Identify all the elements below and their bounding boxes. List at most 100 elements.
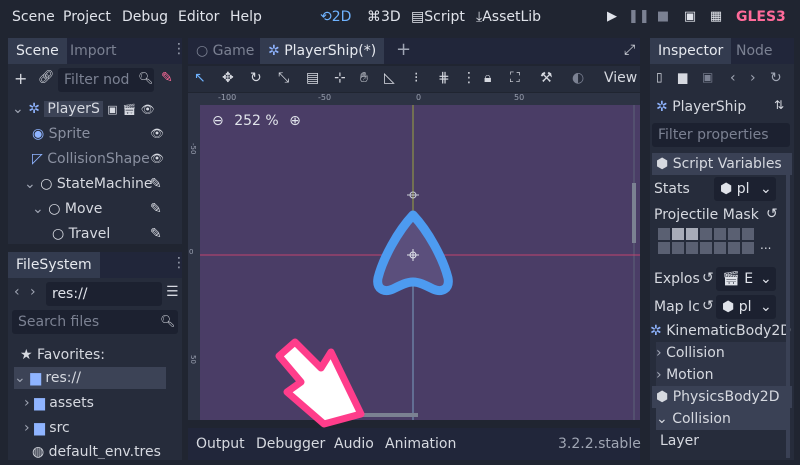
pan-icon[interactable]: ✋︎ bbox=[360, 70, 368, 86]
ruler-tool-icon[interactable]: ◺ bbox=[384, 70, 395, 86]
script-attach-icon[interactable]: ✎ bbox=[161, 70, 173, 86]
list-select-icon[interactable]: ▤ bbox=[306, 70, 319, 86]
pause-icon[interactable]: ❚❚ bbox=[628, 7, 650, 27]
workspace-assetlib-button[interactable]: ⤓AssetLib bbox=[476, 9, 541, 25]
editor-tab-playership[interactable]: ✲ PlayerShip(*) bbox=[260, 38, 385, 64]
script-icon[interactable]: ✎ bbox=[150, 223, 162, 245]
new-tab-icon[interactable]: + bbox=[396, 39, 411, 60]
workspace-2d-button[interactable]: ⟲2D bbox=[320, 9, 351, 25]
link-icon[interactable]: 🔗︎ bbox=[38, 70, 55, 85]
eye-icon[interactable]: 👁︎ bbox=[150, 148, 164, 170]
tree-item-statemachine[interactable]: ⌄ ○ StateMachine ✎ bbox=[24, 173, 172, 195]
split-view-icon[interactable]: ☰ bbox=[166, 284, 179, 300]
view-menu-button[interactable]: View bbox=[604, 70, 637, 86]
eye-icon[interactable]: 👁︎ bbox=[150, 123, 164, 145]
snap-icon[interactable]: ⁝ bbox=[414, 70, 418, 86]
instance-icon[interactable]: ▣ bbox=[107, 103, 117, 116]
lock-icon[interactable]: 🔒︎ bbox=[484, 70, 491, 86]
map-icon-field[interactable]: ⬢ pl ⌄ bbox=[716, 295, 776, 319]
workspace-3d-button[interactable]: ⌘3D bbox=[367, 9, 401, 25]
tab-debugger[interactable]: Debugger bbox=[256, 436, 325, 452]
folder-src[interactable]: › ▆ src bbox=[24, 417, 70, 439]
folder-res[interactable]: ⌄ ▆ res:// bbox=[14, 367, 166, 389]
section-collision[interactable]: › Collision bbox=[656, 342, 790, 364]
history-back-icon[interactable]: ‹ bbox=[730, 70, 736, 86]
tree-item-sprite[interactable]: ◉ Sprite 👁︎ bbox=[32, 123, 172, 145]
menu-editor[interactable]: Editor bbox=[178, 9, 219, 25]
select-tool-icon[interactable]: ↖ bbox=[194, 70, 206, 86]
save-icon[interactable]: ▣ bbox=[702, 70, 713, 84]
camera-icon[interactable]: ◐ bbox=[572, 70, 584, 86]
inspected-object[interactable]: ✲ PlayerShip bbox=[656, 96, 746, 118]
revert-icon[interactable]: ↺ bbox=[702, 298, 714, 314]
zoom-in-button[interactable]: ⊕ bbox=[289, 113, 301, 129]
zoom-out-button[interactable]: ⊖ bbox=[212, 113, 224, 129]
tree-item-playership[interactable]: ⌄ ✲ PlayerS ▣ 🎬︎ 👁︎ bbox=[12, 98, 172, 120]
tab-animation[interactable]: Animation bbox=[385, 436, 456, 452]
menu-scene[interactable]: Scene bbox=[12, 9, 55, 25]
file-default-env[interactable]: ◍ default_env.tres bbox=[32, 441, 161, 459]
history-icon[interactable]: ↻ bbox=[770, 70, 782, 86]
rotate-tool-icon[interactable]: ↻ bbox=[250, 70, 262, 86]
class-physicsbody2d[interactable]: ⬢ PhysicsBody2D bbox=[652, 386, 792, 408]
stats-field[interactable]: ⬢ pl ⌄ bbox=[714, 177, 776, 201]
folder-assets[interactable]: › ▆ assets bbox=[24, 392, 94, 414]
workspace-script-button[interactable]: ▤Script bbox=[411, 9, 465, 25]
move-tool-icon[interactable]: ✥ bbox=[222, 70, 234, 86]
group-icon[interactable]: ⛶ bbox=[510, 70, 520, 86]
tab-output[interactable]: Output bbox=[196, 436, 245, 452]
editor-tab-game[interactable]: ○ Game bbox=[188, 38, 262, 64]
add-node-icon[interactable]: + bbox=[14, 69, 27, 88]
menu-help[interactable]: Help bbox=[230, 9, 262, 25]
play-scene-icon[interactable]: ▣ bbox=[680, 7, 700, 27]
tree-item-travel[interactable]: ○ Travel ✎ bbox=[52, 223, 172, 245]
menu-debug[interactable]: Debug bbox=[122, 9, 168, 25]
revert-icon[interactable]: ↺ bbox=[702, 270, 714, 286]
search-files-input[interactable]: Search files bbox=[12, 310, 178, 334]
history-forward-icon[interactable]: › bbox=[750, 70, 756, 86]
distraction-free-icon[interactable]: ⤢ bbox=[624, 42, 635, 58]
renderer-select[interactable]: GLES3 bbox=[736, 9, 786, 25]
class-kinematicbody2d[interactable]: ✲ KinematicBody2D bbox=[650, 320, 794, 342]
tab-filesystem[interactable]: FileSystem bbox=[8, 252, 100, 278]
play-icon[interactable]: ▶ bbox=[602, 7, 622, 27]
tab-scene[interactable]: Scene bbox=[8, 38, 67, 64]
favorites-item[interactable]: ★ Favorites: bbox=[20, 344, 105, 366]
forward-icon[interactable]: › bbox=[30, 284, 36, 300]
open-folder-icon[interactable]: ▆ bbox=[678, 70, 687, 84]
zoom-level[interactable]: 252 % bbox=[234, 113, 278, 129]
dock-menu-icon[interactable]: ⋮ bbox=[172, 41, 186, 57]
tree-item-collisionshape[interactable]: ◸ CollisionShape 👁︎ bbox=[32, 148, 172, 170]
tab-node[interactable]: Node bbox=[728, 38, 781, 64]
section-collision-2[interactable]: ⌄ Collision bbox=[656, 408, 790, 430]
new-resource-icon[interactable]: ▯ bbox=[656, 70, 663, 84]
menu-project[interactable]: Project bbox=[63, 9, 111, 25]
dock-menu-icon[interactable]: ⋮ bbox=[172, 255, 186, 271]
script-icon[interactable]: ✎ bbox=[150, 198, 162, 220]
tab-inspector[interactable]: Inspector bbox=[650, 38, 732, 64]
clapper-icon[interactable]: 🎬︎ bbox=[122, 103, 136, 116]
scale-tool-icon[interactable]: ⤡ bbox=[278, 70, 289, 86]
projectile-mask-grid[interactable] bbox=[658, 228, 768, 258]
more-snap-icon[interactable]: ⋮ bbox=[462, 70, 476, 86]
explos-field[interactable]: 🎬︎ E ⌄ bbox=[716, 267, 776, 291]
inspector-scrollbar[interactable] bbox=[786, 158, 790, 458]
object-properties-icon[interactable]: ⇅ bbox=[774, 98, 784, 112]
stop-icon[interactable]: ■ bbox=[653, 7, 673, 27]
path-field[interactable]: res:// bbox=[46, 282, 162, 306]
script-icon[interactable]: ✎ bbox=[150, 173, 162, 195]
section-script-variables[interactable]: ⬢ Script Variables bbox=[652, 153, 792, 175]
filter-properties-input[interactable]: Filter properties bbox=[652, 123, 790, 147]
tree-item-move[interactable]: ⌄ ○ Move ✎ bbox=[32, 198, 172, 220]
back-icon[interactable]: ‹ bbox=[14, 284, 20, 300]
tab-import[interactable]: Import bbox=[62, 38, 124, 64]
pivot-icon[interactable]: ⊹ bbox=[334, 70, 346, 86]
section-motion[interactable]: › Motion bbox=[656, 364, 790, 386]
eye-icon[interactable]: 👁︎ bbox=[141, 103, 155, 116]
bone-icon[interactable]: ⚒ bbox=[540, 70, 553, 86]
tab-audio[interactable]: Audio bbox=[334, 436, 374, 452]
snap-options-icon[interactable]: ⋕ bbox=[438, 70, 450, 86]
play-custom-scene-icon[interactable]: ▦ bbox=[706, 7, 726, 27]
more-button[interactable]: ... bbox=[760, 238, 771, 252]
revert-icon[interactable]: ↺ bbox=[766, 206, 778, 222]
